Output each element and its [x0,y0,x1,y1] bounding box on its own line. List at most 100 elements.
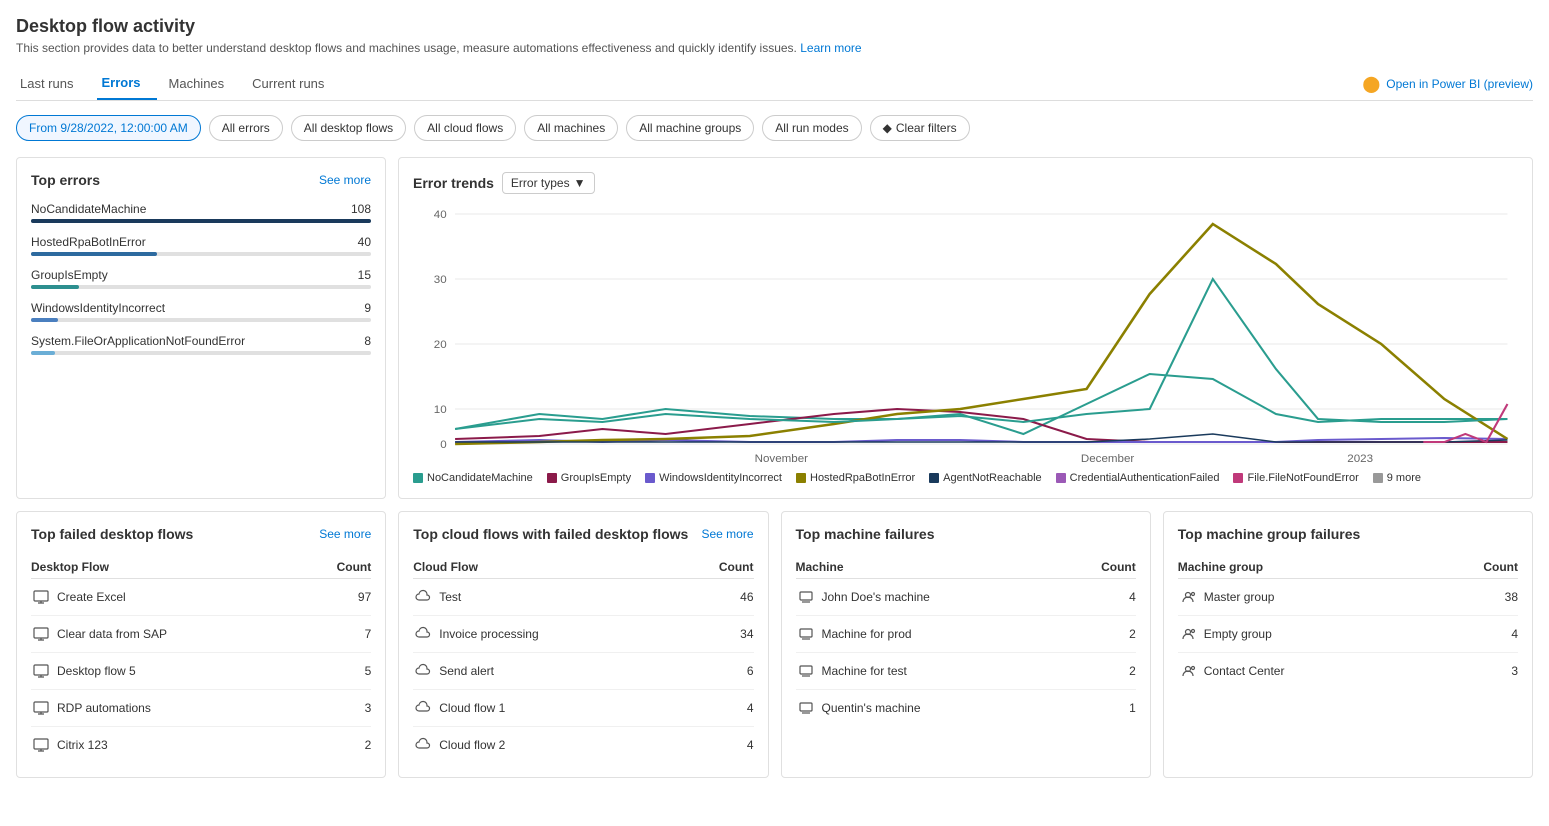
tab-machines[interactable]: Machines [165,68,241,99]
filter-desktop-flows[interactable]: All desktop flows [291,115,406,141]
error-list: NoCandidateMachine 108 HostedRpaBotInErr… [31,202,371,355]
error-item: WindowsIdentityIncorrect 9 [31,301,371,322]
error-count: 9 [364,301,371,315]
tabs-bar: Last runs Errors Machines Current runs ⬤… [16,67,1533,101]
filter-date[interactable]: From 9/28/2022, 12:00:00 AM [16,115,201,141]
chevron-down-icon: ▼ [574,176,586,190]
group-count: 4 [1435,616,1518,653]
legend-color [1056,473,1066,483]
filters-bar: From 9/28/2022, 12:00:00 AM All errors A… [16,115,1533,141]
machine-icon [796,587,816,607]
open-powerbi-button[interactable]: ⬤ Open in Power BI (preview) [1362,74,1533,94]
filter-cloud-flows[interactable]: All cloud flows [414,115,516,141]
top-machine-failures-panel: Top machine failures Machine Count John … [781,511,1151,778]
error-name: WindowsIdentityIncorrect [31,301,165,315]
page-title: Desktop flow activity [16,16,1533,37]
flow-count: 2 [302,727,371,764]
cloud-flow-icon [413,698,433,718]
clear-filters-button[interactable]: ◆ Clear filters [870,115,970,141]
group-icon [1178,624,1198,644]
flow-name: Create Excel [31,579,302,616]
legend-label: CredentialAuthenticationFailed [1070,472,1220,484]
error-bar-bg [31,351,371,355]
machine-name: Machine for test [796,653,1066,690]
cloud-flow-name: Test [413,579,680,616]
legend-color [1233,473,1243,483]
top-failed-see-more[interactable]: See more [319,527,371,541]
tab-errors[interactable]: Errors [97,67,156,100]
legend-item: NoCandidateMachine [413,472,533,484]
legend-item: AgentNotReachable [929,472,1041,484]
cloud-count: 34 [680,616,754,653]
flow-name: Desktop flow 5 [31,653,302,690]
group-name: Empty group [1178,616,1435,653]
col-cloud-count: Count [680,556,754,579]
svg-text:0: 0 [440,439,446,451]
cloud-count: 4 [680,727,754,764]
error-bar-bg [31,219,371,223]
cloud-flow-name: Cloud flow 1 [413,690,680,727]
machine-icon [796,661,816,681]
machine-count: 1 [1066,690,1136,727]
legend-color [1373,473,1383,483]
filter-errors[interactable]: All errors [209,115,283,141]
desktop-flows-table: Desktop Flow Count Create Excel97Clear d… [31,556,371,763]
error-bar [31,318,58,322]
group-name: Contact Center [1178,653,1435,690]
cloud-count: 6 [680,653,754,690]
machine-name: John Doe's machine [796,579,1066,616]
top-failed-title: Top failed desktop flows [31,526,193,542]
error-item: NoCandidateMachine 108 [31,202,371,223]
table-row: Citrix 1232 [31,727,371,764]
table-row: Create Excel97 [31,579,371,616]
desktop-flow-icon [31,661,51,681]
table-row: Test46 [413,579,753,616]
machine-count: 4 [1066,579,1136,616]
legend-label: 9 more [1387,472,1421,484]
col-machine-count: Count [1066,556,1136,579]
error-types-filter[interactable]: Error types ▼ [502,172,595,194]
tab-current-runs[interactable]: Current runs [248,68,340,99]
error-bar-bg [31,318,371,322]
table-row: Quentin's machine1 [796,690,1136,727]
table-row: Clear data from SAP7 [31,616,371,653]
machine-failures-table: Machine Count John Doe's machine4Machine… [796,556,1136,726]
table-row: John Doe's machine4 [796,579,1136,616]
error-bar [31,219,371,223]
legend-item: 9 more [1373,472,1421,484]
flow-name: Citrix 123 [31,727,302,764]
table-row: Machine for prod2 [796,616,1136,653]
legend-color [547,473,557,483]
legend-item: File.FileNotFoundError [1233,472,1358,484]
desktop-flow-icon [31,587,51,607]
error-bar-bg [31,285,371,289]
col-machine-group-count: Count [1435,556,1518,579]
cloud-flow-name: Send alert [413,653,680,690]
machine-icon [796,698,816,718]
error-bar [31,252,157,256]
filter-machines[interactable]: All machines [524,115,618,141]
top-machine-group-failures-panel: Top machine group failures Machine group… [1163,511,1533,778]
flow-name: Clear data from SAP [31,616,302,653]
table-row: Contact Center3 [1178,653,1518,690]
learn-more-link[interactable]: Learn more [800,41,861,55]
top-errors-see-more[interactable]: See more [319,173,371,187]
powerbi-icon: ⬤ [1362,74,1380,94]
page-subtitle: This section provides data to better und… [16,41,1533,55]
chart-legend: NoCandidateMachineGroupIsEmptyWindowsIde… [413,472,1518,484]
error-name: GroupIsEmpty [31,268,108,282]
table-row: Master group38 [1178,579,1518,616]
top-cloud-see-more[interactable]: See more [701,527,753,541]
error-bar-bg [31,252,371,256]
error-name: System.FileOrApplicationNotFoundError [31,334,245,348]
legend-color [645,473,655,483]
filter-run-modes[interactable]: All run modes [762,115,861,141]
error-count: 40 [358,235,371,249]
error-item: GroupIsEmpty 15 [31,268,371,289]
tab-last-runs[interactable]: Last runs [16,68,89,99]
machine-name: Machine for prod [796,616,1066,653]
cloud-flow-icon [413,661,433,681]
error-bar [31,351,55,355]
filter-machine-groups[interactable]: All machine groups [626,115,754,141]
error-item: HostedRpaBotInError 40 [31,235,371,256]
